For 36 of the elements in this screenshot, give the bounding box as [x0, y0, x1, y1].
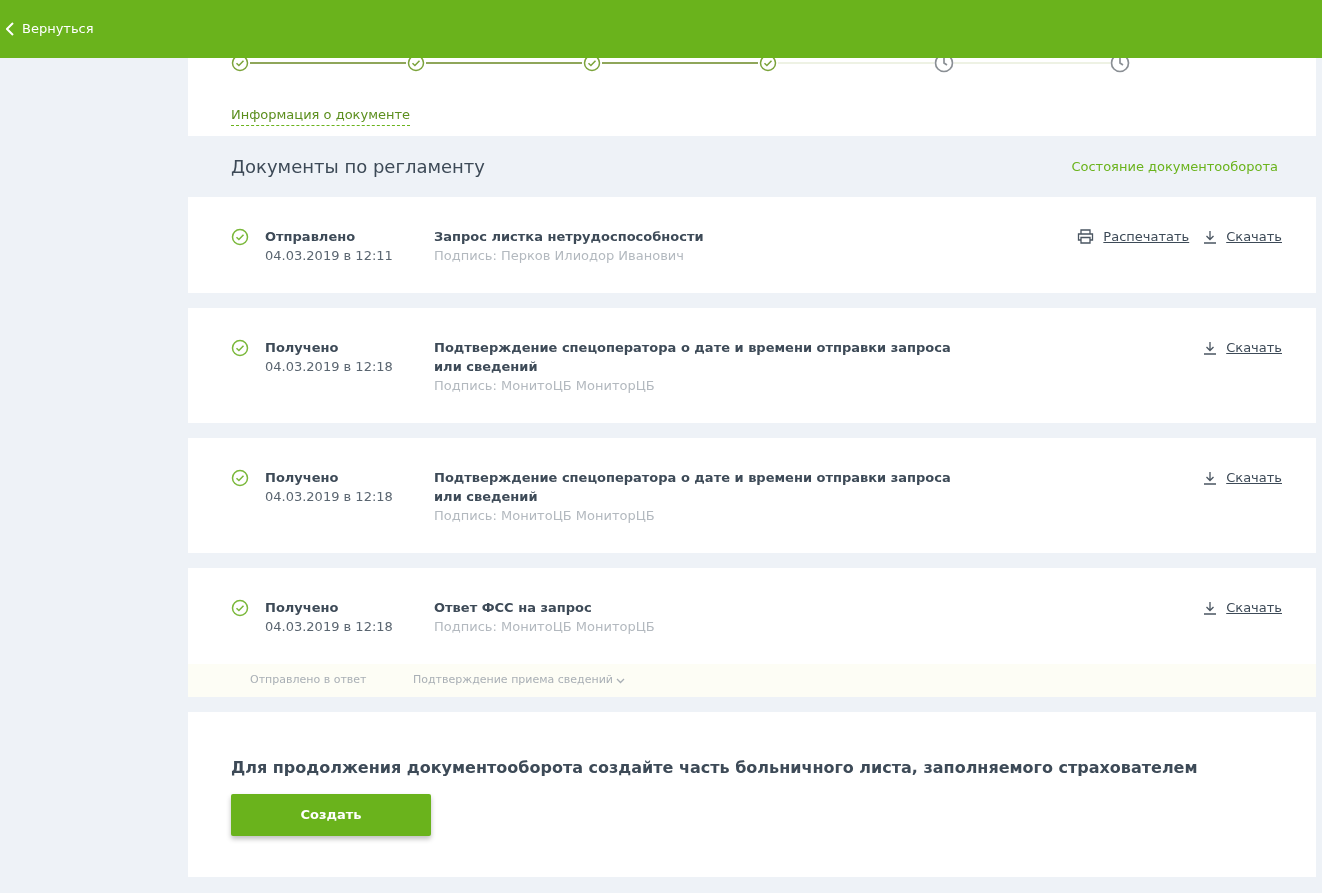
signature-text: Подпись: МонитоЦБ МониторЦБ: [434, 377, 656, 395]
date-text: 04.03.2019 в 12:18: [265, 488, 394, 506]
check-circle-icon: [231, 228, 249, 246]
print-link[interactable]: Распечатать: [1103, 227, 1190, 247]
download-icon: [1203, 340, 1218, 355]
download-icon: [1203, 229, 1218, 244]
reply-label: Отправлено в ответ: [250, 672, 368, 689]
check-circle-icon: [231, 599, 249, 617]
section-title: Документы по регламенту: [231, 155, 485, 179]
download-link[interactable]: Скачать: [1226, 468, 1282, 488]
document-title: Запрос листка нетрудоспособности: [434, 228, 705, 246]
download-icon: [1203, 470, 1218, 485]
status-text: Получено: [265, 469, 340, 487]
date-text: 04.03.2019 в 12:18: [265, 358, 394, 376]
download-icon: [1203, 600, 1218, 615]
download-link[interactable]: Скачать: [1226, 598, 1282, 618]
date-text: 04.03.2019 в 12:11: [265, 247, 394, 265]
check-circle-icon: [231, 339, 249, 357]
chevron-left-icon: [6, 22, 14, 36]
status-text: Отправлено: [265, 228, 357, 246]
document-title: Подтверждение спецоператора о дате и времени отправки запроса или сведений: [434, 469, 952, 506]
create-message: Для продолжения документооборота создайте часть больничного листа, заполняемого страхователем: [231, 757, 1199, 779]
date-text: 04.03.2019 в 12:18: [265, 618, 394, 636]
printer-icon: [1077, 229, 1095, 245]
chevron-down-icon: [615, 677, 625, 684]
check-circle-icon: [231, 469, 249, 487]
download-link[interactable]: Скачать: [1226, 227, 1282, 247]
signature-text: Подпись: МонитоЦБ МониторЦБ: [434, 507, 656, 525]
document-title: Подтверждение спецоператора о дате и времени отправки запроса или сведений: [434, 339, 952, 376]
document-title: Ответ ФСС на запрос: [434, 599, 593, 617]
download-link[interactable]: Скачать: [1226, 338, 1282, 358]
document-info-link[interactable]: Информация о документе: [231, 105, 411, 126]
status-text: Получено: [265, 599, 340, 617]
signature-text: Подпись: Перков Илиодор Иванович: [434, 247, 685, 265]
signature-text: Подпись: МонитоЦБ МониторЦБ: [434, 618, 656, 636]
status-text: Получено: [265, 339, 340, 357]
